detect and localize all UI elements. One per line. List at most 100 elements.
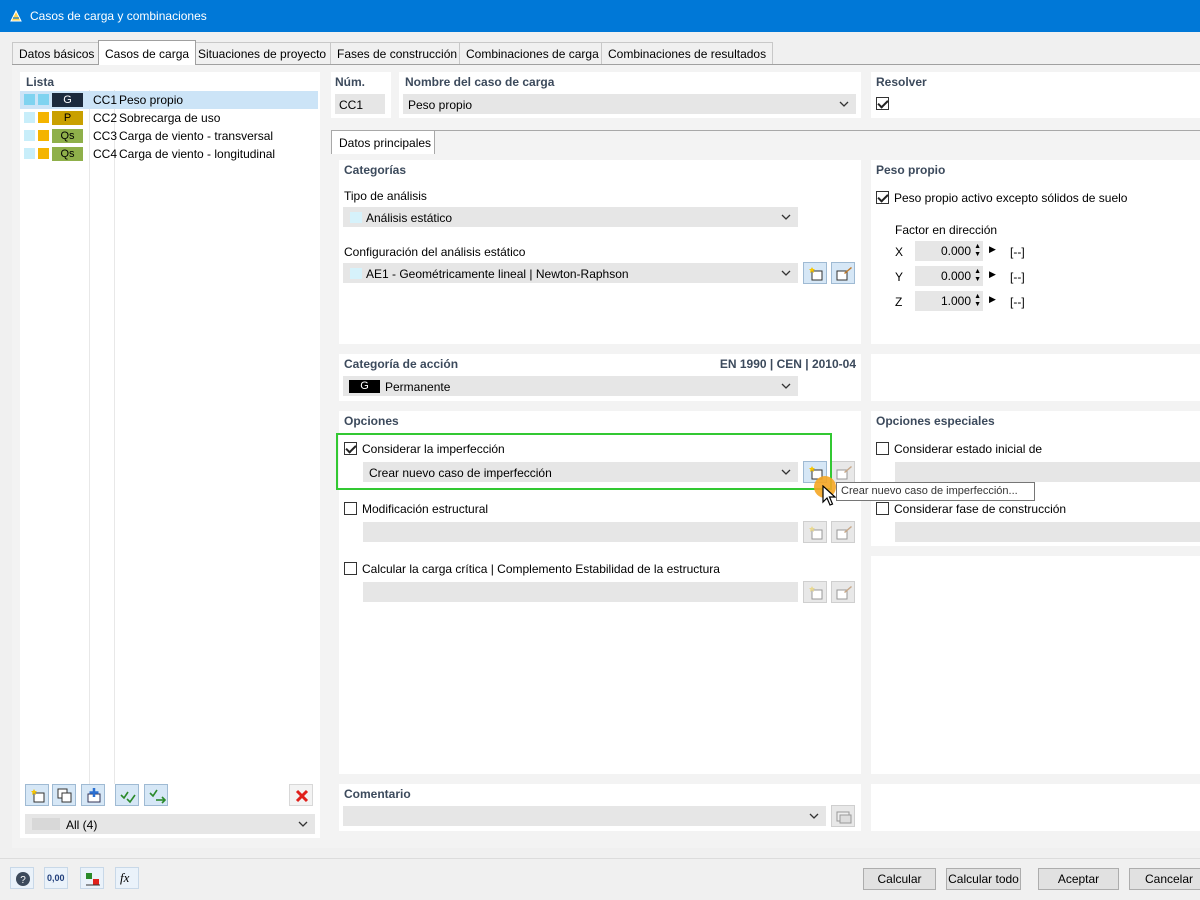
new-item-icon (809, 526, 823, 540)
tab-situaciones-de-proyecto[interactable]: Situaciones de proyecto (191, 42, 334, 64)
toggle-check-button[interactable] (144, 784, 168, 806)
spinner-arrows-icon: ▲ ▼ (974, 243, 981, 258)
new-config-button[interactable] (803, 262, 827, 284)
tipo-analisis-select[interactable]: Análisis estático (343, 207, 798, 227)
list-item-name: Peso propio (119, 93, 184, 107)
spinner-arrows-icon: ▲ ▼ (974, 268, 981, 283)
load-case-name-value: Peso propio (408, 98, 473, 112)
empty-panel (871, 556, 1200, 774)
help-button[interactable]: ? (10, 867, 34, 889)
carga-critica-select[interactable] (363, 582, 798, 602)
model-info-button[interactable] (80, 867, 104, 889)
load-case-name-panel: Nombre del caso de carga Peso propio (399, 72, 861, 118)
delete-button[interactable] (289, 784, 313, 806)
new-modification-button[interactable] (803, 521, 827, 543)
edit-stability-button[interactable] (831, 581, 855, 603)
spinner-next-icon[interactable]: ▶ (989, 244, 996, 255)
number-label: Núm. (335, 75, 365, 89)
list-item-swatch (24, 94, 35, 105)
chevron-down-icon (781, 270, 791, 276)
tab-combinaciones-de-resultados[interactable]: Combinaciones de resultados (601, 42, 774, 64)
resolver-checkbox[interactable] (876, 97, 889, 110)
carga-critica-checkbox[interactable] (344, 562, 357, 575)
factor-x-input[interactable]: 0.000 ▲ ▼ (915, 241, 983, 261)
spinner-next-icon[interactable]: ▶ (989, 294, 996, 305)
estado-inicial-select[interactable] (895, 462, 1200, 482)
units-icon: 0,00 (47, 873, 65, 883)
check-all-icon (120, 791, 136, 804)
copy-icon (57, 788, 72, 803)
calcular-button[interactable]: Calcular (863, 868, 936, 890)
spinner-next-icon[interactable]: ▶ (989, 269, 996, 280)
comentario-panel: Comentario (339, 784, 861, 831)
new-item-icon (809, 586, 823, 600)
fase-construccion-select[interactable] (895, 522, 1200, 542)
fase-construccion-checkbox[interactable] (876, 502, 889, 515)
estado-inicial-checkbox[interactable] (876, 442, 889, 455)
list-item-swatch (38, 148, 49, 159)
new-load-case-button[interactable] (25, 784, 49, 806)
list-item-cc2[interactable]: P CC2 Sobrecarga de uso (20, 109, 318, 127)
comentario-select[interactable] (343, 806, 826, 826)
list-filter-select[interactable]: All (4) (25, 814, 315, 834)
factor-y-axis-label: Y (895, 270, 904, 284)
config-analisis-select[interactable]: AE1 - Geométricamente lineal | Newton-Ra… (343, 263, 798, 283)
check-all-button[interactable] (115, 784, 139, 806)
factor-z-input[interactable]: 1.000 ▲ ▼ (915, 291, 983, 311)
list-divider (89, 90, 90, 784)
highlight-frame (336, 433, 832, 490)
formula-button[interactable]: fx (115, 867, 139, 889)
empty-panel (871, 784, 1200, 831)
factor-x-value: 0.000 (940, 244, 971, 258)
analysis-type-swatch (350, 212, 362, 223)
status-bar: ? 0,00 fx Calcular Calcular todo Aceptar… (0, 858, 1200, 900)
load-case-list-panel: Lista G CC1 Peso propio P CC2 Sobrecarga… (20, 72, 320, 838)
edit-modification-button[interactable] (831, 521, 855, 543)
tab-casos-de-carga[interactable]: Casos de carga (98, 40, 197, 65)
edit-config-button[interactable] (831, 262, 855, 284)
window-title: Casos de carga y combinaciones (30, 9, 207, 23)
list-item-code: CC1 (93, 93, 118, 107)
modificacion-checkbox[interactable] (344, 502, 357, 515)
number-field[interactable]: CC1 (335, 94, 385, 114)
factor-y-input[interactable]: 0.000 ▲ ▼ (915, 266, 983, 286)
edit-item-icon (836, 526, 852, 540)
categoria-accion-select[interactable]: G Permanente (343, 376, 798, 396)
list-filter-value: All (4) (66, 818, 98, 832)
subtab-datos-principales[interactable]: Datos principales (331, 130, 435, 154)
empty-panel (871, 354, 1200, 401)
categoria-accion-title: Categoría de acción (344, 357, 459, 371)
peso-propio-checkbox[interactable] (876, 191, 889, 204)
tipo-analisis-value: Análisis estático (366, 211, 453, 225)
action-category-tag: P (52, 111, 83, 125)
cancelar-button[interactable]: Cancelar (1129, 868, 1200, 890)
chevron-down-icon (839, 101, 849, 107)
resolver-label: Resolver (876, 75, 927, 89)
aceptar-button[interactable]: Aceptar (1038, 868, 1119, 890)
tab-combinaciones-de-carga[interactable]: Combinaciones de carga (459, 42, 606, 64)
load-case-name-select[interactable]: Peso propio (403, 94, 856, 114)
comentario-title: Comentario (344, 787, 411, 801)
list-item-cc1[interactable]: G CC1 Peso propio (20, 91, 318, 109)
list-item-code: CC2 (93, 111, 118, 125)
list-item-cc3[interactable]: Qs CC3 Carga de viento - transversal (20, 127, 318, 145)
modificacion-select[interactable] (363, 522, 798, 542)
edit-imperfection-button[interactable] (831, 461, 855, 483)
comment-library-icon (836, 811, 852, 824)
units-button[interactable]: 0,00 (44, 867, 68, 889)
factor-y-unit: [--] (1010, 270, 1025, 284)
categoria-accion-panel: Categoría de acción EN 1990 | CEN | 2010… (339, 354, 861, 401)
tab-datos-basicos[interactable]: Datos básicos (12, 42, 102, 64)
load-case-name-label: Nombre del caso de carga (405, 75, 555, 89)
help-icon: ? (16, 872, 30, 886)
new-stability-button[interactable] (803, 581, 827, 603)
tab-fases-de-construccion[interactable]: Fases de construcción (330, 42, 465, 64)
comment-library-button[interactable] (831, 805, 855, 827)
calcular-todo-button[interactable]: Calcular todo (946, 868, 1021, 890)
action-category-tag: G (349, 380, 380, 393)
list-item-cc4[interactable]: Qs CC4 Carga de viento - longitudinal (20, 145, 318, 163)
add-table-button[interactable] (81, 784, 105, 806)
new-item-icon (31, 789, 45, 803)
action-category-tag: G (52, 93, 83, 107)
copy-load-case-button[interactable] (52, 784, 76, 806)
